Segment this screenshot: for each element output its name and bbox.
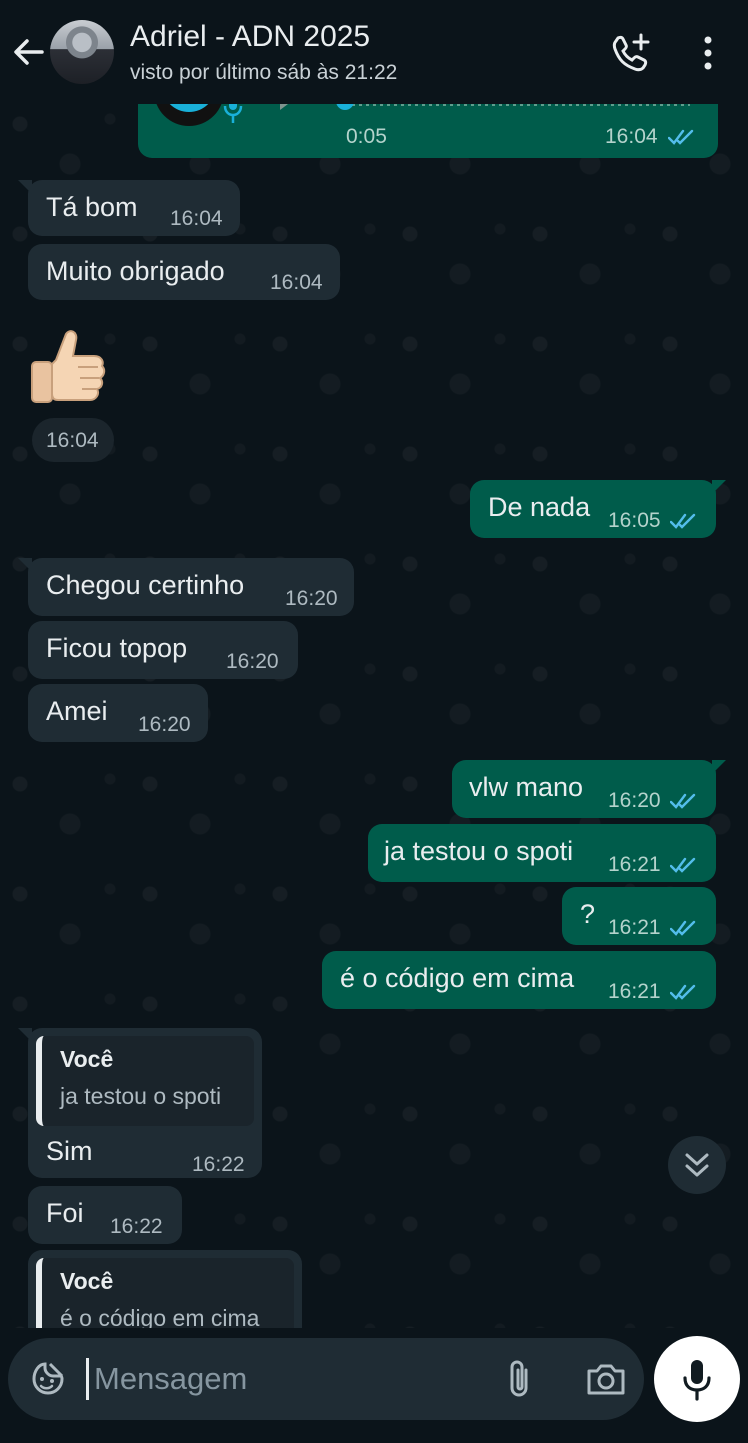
- message-time: 16:21: [608, 853, 661, 876]
- incoming-message[interactable]: Amei 16:20: [28, 684, 208, 742]
- microphone-icon: [222, 104, 244, 133]
- voice-record-button[interactable]: [654, 1336, 740, 1422]
- paperclip-icon[interactable]: [500, 1358, 540, 1400]
- message-text: Sim: [46, 1136, 93, 1166]
- read-ticks-icon: [670, 857, 696, 873]
- audio-duration: 0:05: [346, 125, 387, 148]
- outgoing-message[interactable]: vlw mano 16:20: [452, 760, 726, 818]
- message-text: ja testou o spoti: [384, 836, 574, 866]
- outgoing-message[interactable]: ja testou o spoti 16:21: [368, 824, 716, 882]
- message-time: 16:22: [110, 1215, 163, 1238]
- message-time: 16:21: [608, 916, 661, 939]
- sticker-emoji-icon[interactable]: [28, 1359, 68, 1399]
- message-time: 16:22: [192, 1153, 245, 1176]
- camera-icon[interactable]: [584, 1358, 628, 1400]
- back-arrow-icon[interactable]: [10, 34, 46, 70]
- message-time: 16:20: [226, 650, 279, 673]
- double-chevron-down-icon: [685, 1153, 709, 1177]
- incoming-message[interactable]: Ficou topop 16:20: [28, 621, 298, 679]
- audio-progress-dot[interactable]: [336, 104, 354, 110]
- read-ticks-icon: [670, 513, 696, 529]
- message-time: 16:20: [285, 587, 338, 610]
- emoji-message-time-pill: 16:04: [32, 418, 114, 462]
- message-time: 16:20: [608, 789, 661, 812]
- message-input[interactable]: [94, 1356, 474, 1402]
- incoming-reply-message[interactable]: Você ja testou o spoti Sim 16:22: [18, 1028, 262, 1178]
- message-list[interactable]: 0:05 16:04 Tá bom 16:04 Muito obrigado 1…: [0, 104, 748, 1328]
- thumbs-up-icon[interactable]: [26, 326, 110, 410]
- message-text: ?: [580, 899, 596, 929]
- read-ticks-icon: [668, 129, 694, 145]
- microphone-icon: [683, 1360, 711, 1401]
- incoming-message[interactable]: Chegou certinho 16:20: [18, 558, 354, 616]
- message-text: Chegou certinho: [46, 570, 245, 600]
- incoming-message[interactable]: Muito obrigado 16:04: [28, 244, 340, 300]
- scroll-to-bottom-button[interactable]: [668, 1136, 726, 1194]
- message-time: 16:04: [605, 125, 658, 148]
- outgoing-message[interactable]: é o código em cima 16:21: [322, 951, 716, 1009]
- add-call-icon[interactable]: [610, 32, 652, 74]
- incoming-message[interactable]: Tá bom 16:04: [18, 180, 240, 236]
- message-text: Tá bom: [46, 192, 138, 222]
- message-time: 16:04: [170, 207, 223, 230]
- quoted-text: ja testou o spoti: [60, 1083, 222, 1109]
- contact-avatar[interactable]: [50, 20, 114, 84]
- chat-header: Adriel - ADN 2025 visto por último sáb à…: [0, 0, 748, 104]
- text-caret: [86, 1358, 89, 1400]
- last-seen-status: visto por último sáb às 21:22: [130, 61, 398, 84]
- quoted-author: Você: [60, 1046, 114, 1072]
- message-text: Foi: [46, 1198, 84, 1228]
- message-time: 16:05: [608, 509, 661, 532]
- message-text: é o código em cima: [340, 963, 575, 993]
- contact-name[interactable]: Adriel - ADN 2025: [130, 20, 370, 54]
- play-icon[interactable]: [278, 104, 306, 117]
- message-text: De nada: [488, 492, 591, 522]
- message-time: 16:20: [138, 713, 191, 736]
- message-time: 16:04: [46, 429, 99, 452]
- more-options-icon[interactable]: [690, 32, 726, 74]
- outgoing-message[interactable]: De nada 16:05: [470, 480, 726, 538]
- outgoing-message[interactable]: ? 16:21: [562, 887, 716, 945]
- quoted-message[interactable]: Você é o código em cima: [36, 1258, 294, 1328]
- incoming-message[interactable]: Foi 16:22: [28, 1186, 182, 1244]
- message-time: 16:21: [608, 980, 661, 1003]
- incoming-reply-message[interactable]: Você é o código em cima: [28, 1250, 302, 1328]
- message-text: Amei: [46, 696, 108, 726]
- read-ticks-icon: [670, 920, 696, 936]
- message-text: vlw mano: [469, 772, 584, 802]
- quoted-text: é o código em cima: [60, 1305, 260, 1329]
- quoted-message[interactable]: Você ja testou o spoti: [36, 1036, 254, 1126]
- message-composer: [8, 1338, 644, 1420]
- audio-waveform[interactable]: [338, 104, 690, 106]
- quoted-author: Você: [60, 1268, 114, 1294]
- message-time: 16:04: [270, 271, 323, 294]
- message-text: Muito obrigado: [46, 256, 225, 286]
- read-ticks-icon: [670, 793, 696, 809]
- read-ticks-icon: [670, 984, 696, 1000]
- audio-message[interactable]: 0:05 16:04: [138, 104, 718, 158]
- message-text: Ficou topop: [46, 633, 188, 663]
